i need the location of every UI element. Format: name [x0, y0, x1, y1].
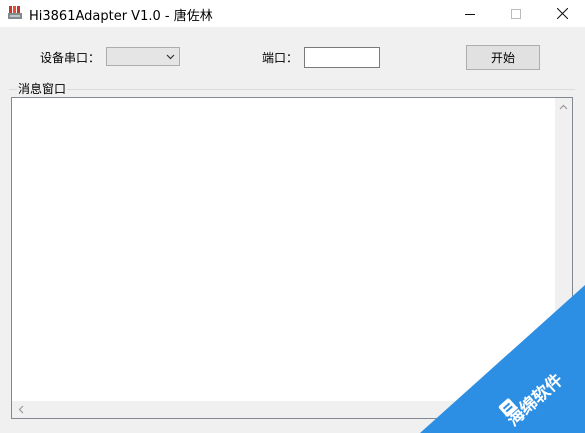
- device-port-label: 设备串口：: [40, 51, 101, 65]
- scroll-up-icon[interactable]: [559, 104, 568, 110]
- minimize-icon: [465, 13, 475, 15]
- chevron-down-icon: [166, 54, 175, 60]
- start-button[interactable]: 开始: [466, 45, 540, 70]
- message-group-border: [9, 89, 575, 90]
- close-button[interactable]: [539, 0, 585, 27]
- message-window-label: 消息窗口: [17, 80, 68, 97]
- minimize-button[interactable]: [447, 0, 493, 27]
- port-input[interactable]: [304, 47, 380, 68]
- window-title: Hi3861Adapter V1.0 - 唐佐林: [29, 9, 213, 24]
- device-port-select[interactable]: [106, 47, 180, 66]
- app-icon: [8, 6, 22, 19]
- title-bar: Hi3861Adapter V1.0 - 唐佐林: [0, 0, 585, 27]
- maximize-icon: [511, 8, 521, 19]
- maximize-button[interactable]: [493, 0, 539, 27]
- close-icon: [556, 8, 568, 19]
- scroll-left-icon[interactable]: [18, 405, 24, 414]
- port-label: 端口：: [262, 51, 299, 65]
